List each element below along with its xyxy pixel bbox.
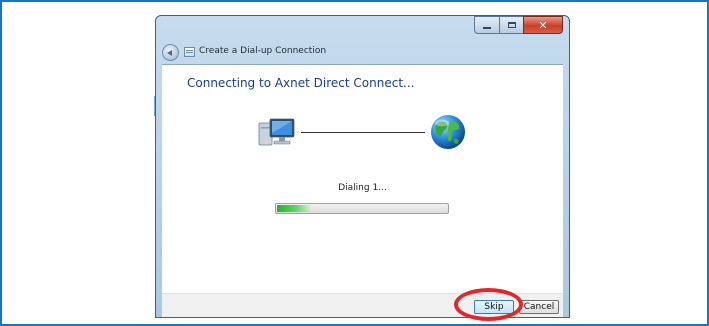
globe-icon	[431, 115, 465, 149]
close-icon: ✕	[538, 18, 548, 32]
dialup-connection-icon	[184, 47, 195, 57]
dialup-window: Create a Dial-up Connection ✕ Connecting…	[155, 15, 570, 318]
wizard-content: Connecting to Axnet Direct Connect... Di…	[162, 64, 563, 294]
page-title: Connecting to Axnet Direct Connect...	[187, 76, 415, 90]
back-arrow-icon[interactable]	[162, 44, 179, 61]
maximize-button[interactable]	[499, 16, 523, 34]
minimize-button[interactable]	[474, 16, 499, 34]
cancel-button[interactable]: Cancel	[519, 300, 559, 314]
progress-bar	[275, 203, 449, 214]
computer-icon	[258, 118, 295, 146]
window-controls: ✕	[474, 16, 563, 34]
status-text: Dialing 1...	[338, 183, 387, 193]
progress-bar-fill	[277, 205, 312, 212]
close-button[interactable]: ✕	[523, 16, 563, 34]
skip-highlight-circle	[454, 288, 523, 321]
minimize-icon	[483, 27, 491, 29]
maximize-icon	[507, 22, 516, 28]
connection-line	[301, 132, 425, 133]
window-title: Create a Dial-up Connection	[199, 46, 327, 56]
